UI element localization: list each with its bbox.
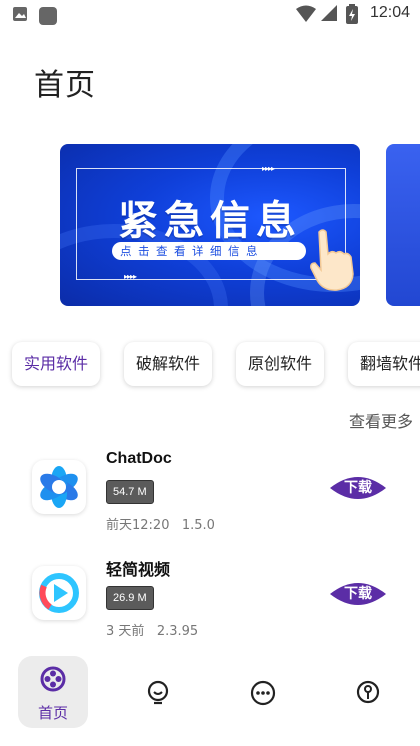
wifi-icon: [296, 5, 316, 22]
download-button[interactable]: 下载: [330, 472, 386, 504]
nav-home-label: 首页: [37, 704, 68, 722]
app-size-badge: 26.9 M: [106, 586, 154, 610]
page-title: 首页: [34, 68, 96, 103]
app-size-badge: 54.7 M: [106, 480, 154, 504]
chatdoc-logo-icon: [32, 460, 86, 514]
pointing-hand-icon: [310, 229, 354, 291]
app-meta: 前天12:20 1.5.0: [106, 514, 215, 533]
download-button[interactable]: 下载: [330, 578, 386, 610]
app-meta: 3 天前 2.3.95: [106, 620, 198, 639]
app-version: 2.3.95: [156, 624, 199, 639]
category-chip-vpn[interactable]: 翻墙软件: [348, 342, 420, 386]
banner-emergency-info[interactable]: ▸▸▸▸ ▸▸▸▸ 紧急信息 点击查看详细信息: [60, 144, 360, 306]
banner-next-peek[interactable]: [386, 144, 420, 306]
banner-arrows: ▸▸▸▸: [262, 164, 275, 173]
banner-arrows: ▸▸▸▸: [124, 272, 137, 281]
app-name: ChatDoc: [106, 450, 172, 467]
app-list-item[interactable]: ChatDoc 54.7 M 前天12:20 1.5.0 下载: [0, 440, 420, 546]
see-more-link[interactable]: 查看更多: [349, 408, 413, 432]
category-chip-utility[interactable]: 实用软件: [12, 342, 100, 386]
status-time: 12:04: [369, 4, 410, 21]
download-label: 下载: [344, 586, 372, 602]
app-date: 3 天前: [106, 624, 145, 639]
banner-subtitle: 点击查看详细信息: [120, 244, 264, 258]
app-name: 轻简视频: [106, 562, 171, 579]
battery-charging-icon: [346, 4, 358, 24]
bottom-nav: 首页: [0, 650, 420, 746]
profile-icon[interactable]: [356, 680, 380, 706]
nav-home[interactable]: 首页: [18, 656, 88, 728]
app-date: 前天12:20: [106, 518, 170, 533]
app-square-icon: [39, 7, 57, 25]
image-icon: [13, 7, 27, 21]
download-label: 下载: [344, 480, 372, 496]
banner-headline: 紧急信息: [118, 198, 302, 244]
home-icon: [40, 666, 66, 692]
signal-icon: [321, 5, 337, 21]
video-player-logo-icon: [32, 566, 86, 620]
category-chip-cracked[interactable]: 破解软件: [124, 342, 212, 386]
more-dots-icon[interactable]: [250, 680, 276, 706]
lightbulb-icon[interactable]: [146, 680, 170, 706]
status-bar: 12:04: [0, 0, 420, 30]
category-chip-original[interactable]: 原创软件: [236, 342, 324, 386]
app-version: 1.5.0: [181, 518, 215, 533]
app-list-item[interactable]: 轻简视频 26.9 M 3 天前 2.3.95 下载: [0, 546, 420, 652]
